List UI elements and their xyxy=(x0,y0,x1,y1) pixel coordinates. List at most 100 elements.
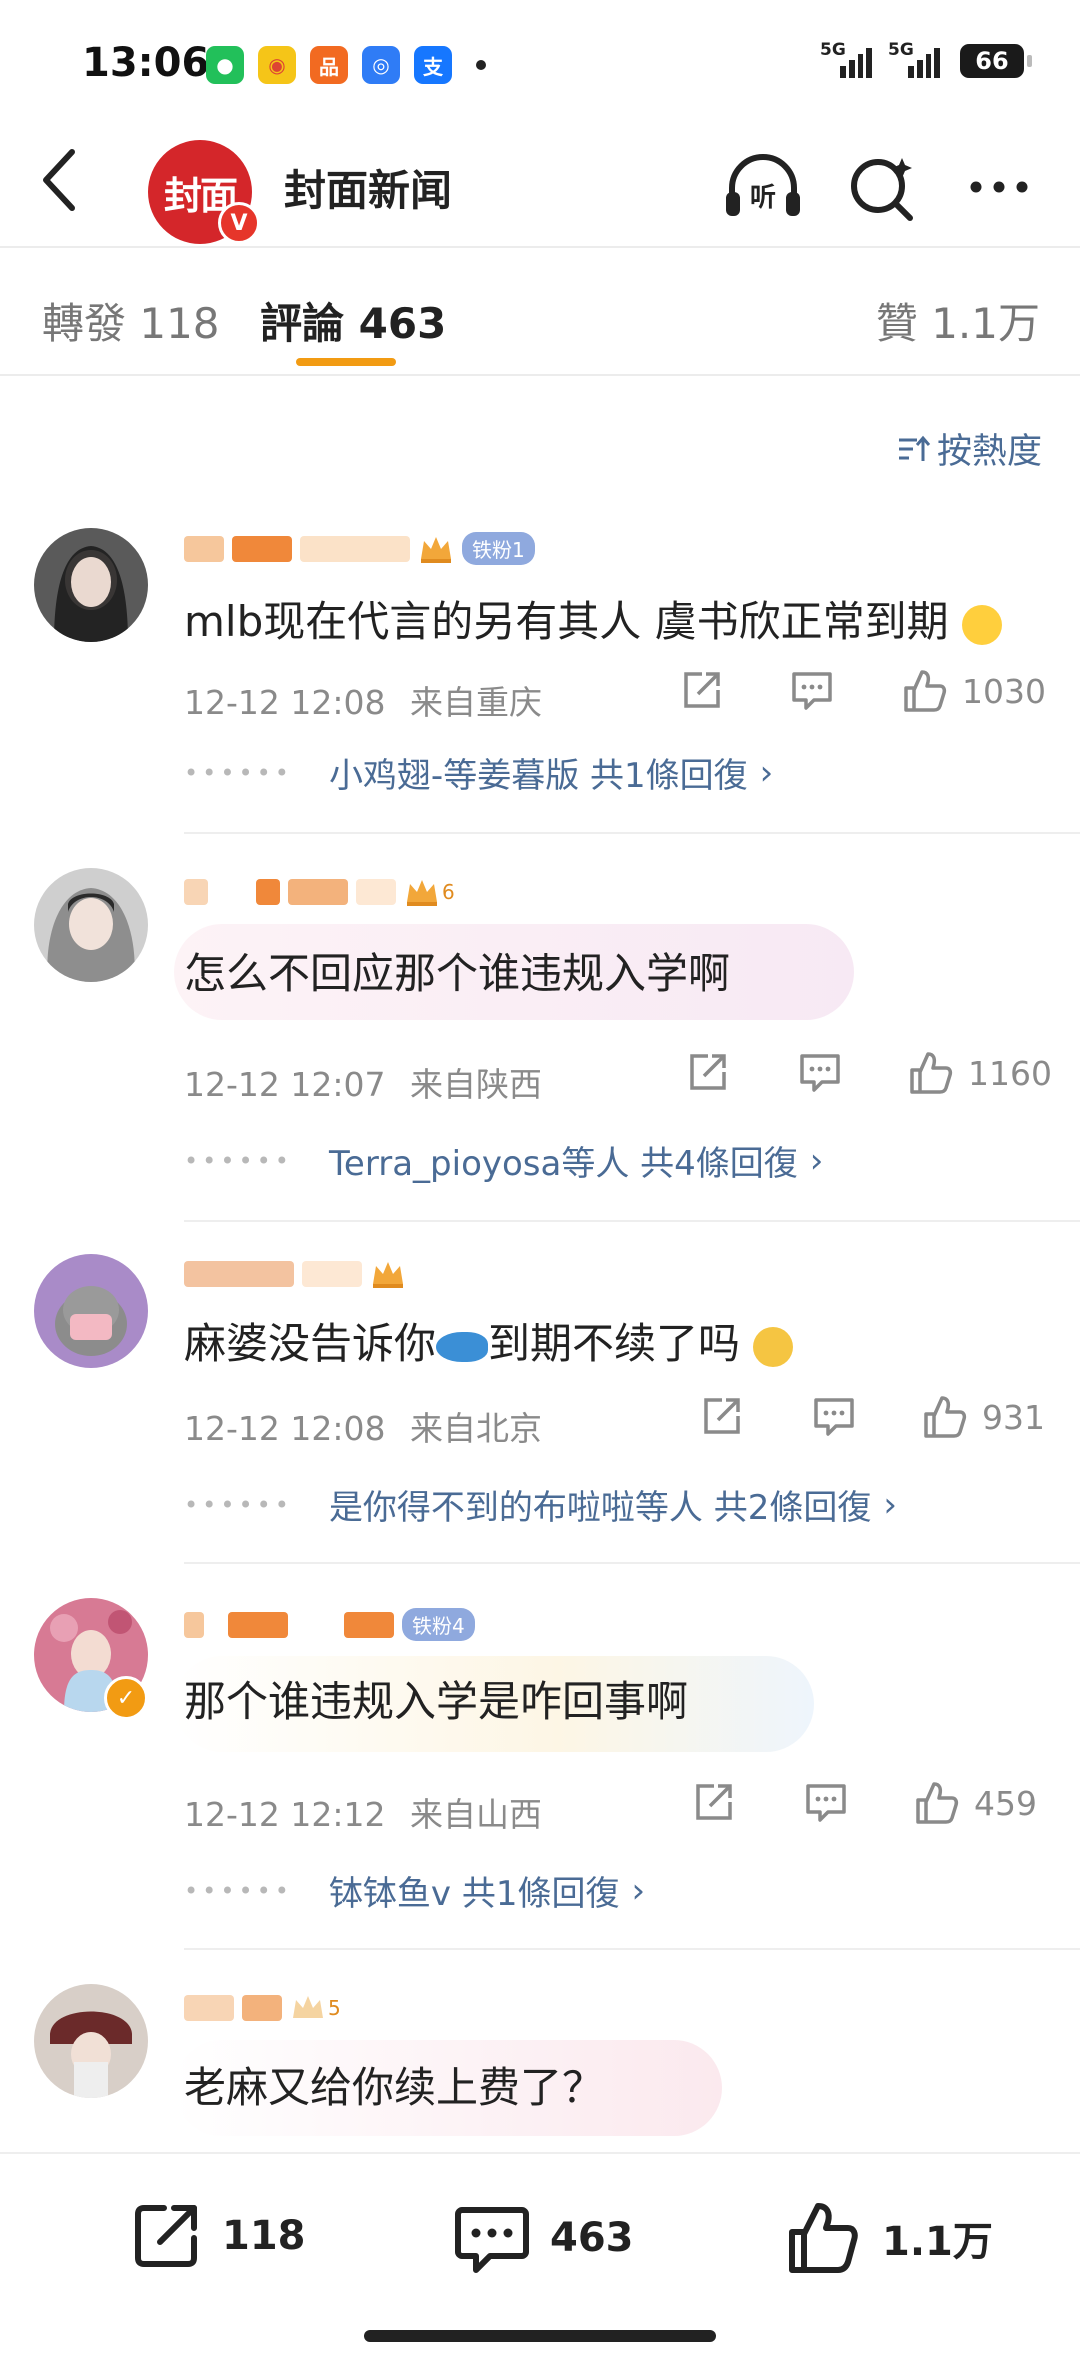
comment-text-suffix: 到期不续了吗 xyxy=(488,1319,741,1368)
reply-comment-button[interactable] xyxy=(812,1394,856,1438)
repost-comment-button[interactable] xyxy=(686,1050,730,1094)
username[interactable]: 铁粉4 xyxy=(184,1608,475,1641)
redacted-name xyxy=(232,535,292,562)
comment-icon xyxy=(792,672,832,710)
reply-summary-link[interactable]: •••••• Terra_pioyosa等人 共4條回復 › xyxy=(184,1136,823,1185)
like-comment-button[interactable]: 931 xyxy=(922,1394,1045,1440)
signal-icon: 5G xyxy=(820,40,872,78)
status-app-icons: ● ◉ 品 ◎ 支 xyxy=(206,46,486,84)
reply-comment-button[interactable] xyxy=(790,668,834,712)
back-button[interactable] xyxy=(30,140,90,220)
headphones-icon: 听 xyxy=(726,154,800,216)
avatar[interactable] xyxy=(34,1984,148,2098)
reply-summary-link[interactable]: •••••• 钵钵鱼v 共1條回復 › xyxy=(184,1866,645,1915)
verified-badge-text: V xyxy=(230,210,248,236)
tab-comments[interactable]: 評論 463 xyxy=(260,290,446,351)
thumbs-up-icon xyxy=(924,1396,967,1438)
more-button[interactable] xyxy=(956,144,1042,230)
wechat-icon: ● xyxy=(206,46,244,84)
more-horizontal-icon xyxy=(970,181,1028,193)
active-tab-indicator xyxy=(296,358,396,366)
comment-divider xyxy=(184,1948,1080,1950)
redacted-name xyxy=(184,1995,234,2021)
like-count: 1030 xyxy=(962,671,1046,711)
chevron-right-icon: › xyxy=(631,1870,646,1911)
thumbs-up-icon xyxy=(904,670,947,712)
reply-comment-button[interactable] xyxy=(798,1050,842,1094)
verified-v-icon: ✓ xyxy=(104,1676,148,1720)
like-count: 459 xyxy=(974,1783,1037,1823)
redacted-name xyxy=(184,1261,294,1287)
redacted-name xyxy=(300,535,410,562)
like-comment-button[interactable]: 1160 xyxy=(908,1050,1052,1096)
like-count: 931 xyxy=(982,1397,1045,1437)
home-indicator[interactable] xyxy=(364,2330,716,2342)
chevron-right-icon: › xyxy=(809,1140,824,1181)
crown-icon xyxy=(373,1262,403,1288)
tabs-divider xyxy=(0,374,1080,376)
like-comment-button[interactable]: 459 xyxy=(914,1780,1037,1826)
bottom-repost-button[interactable]: 118 xyxy=(128,2198,306,2274)
tab-repost[interactable]: 轉發 118 xyxy=(42,290,220,351)
chevron-left-icon xyxy=(43,149,75,211)
crown-icon xyxy=(407,880,437,906)
listen-button[interactable]: 听 xyxy=(720,144,806,230)
account-name[interactable]: 封面新闻 xyxy=(284,157,452,218)
bottom-comment-button[interactable]: 463 xyxy=(452,2198,634,2278)
sort-label: 按熱度 xyxy=(936,432,1042,472)
dots-icon: •••••• xyxy=(184,1146,293,1175)
bottom-like-button[interactable]: 1.1万 xyxy=(784,2198,993,2278)
verified-badge-icon: V xyxy=(218,202,260,244)
avatar[interactable] xyxy=(34,528,148,642)
search-button[interactable] xyxy=(840,144,926,230)
redacted-name xyxy=(344,1611,394,1638)
reply-summary-text: 钵钵鱼v 共1條回復 xyxy=(328,1874,620,1914)
header-divider xyxy=(0,246,1080,248)
username[interactable]: 铁粉1 xyxy=(184,532,535,565)
comment-divider xyxy=(184,1220,1080,1222)
repost-comment-button[interactable] xyxy=(692,1780,736,1824)
comment-icon xyxy=(800,1054,840,1092)
sort-button[interactable]: 按熱度 xyxy=(895,423,1042,474)
redacted-name xyxy=(256,879,280,905)
comment-text: mlb现在代言的另有其人 虞书欣正常到期 xyxy=(184,588,1002,649)
avatar[interactable] xyxy=(34,1254,148,1368)
reply-summary-text: 是你得不到的布啦啦等人 共2條回復 xyxy=(328,1488,872,1528)
redacted-name xyxy=(242,1995,282,2021)
browser-icon: ◎ xyxy=(362,46,400,84)
like-comment-button[interactable]: 1030 xyxy=(902,668,1046,714)
repost-comment-button[interactable] xyxy=(700,1394,744,1438)
dots-icon: •••••• xyxy=(184,1876,293,1905)
comment-location: 来自陕西 xyxy=(409,1065,542,1104)
reply-comment-button[interactable] xyxy=(804,1780,848,1824)
comment-text-content: mlb现在代言的另有其人 虞书欣正常到期 xyxy=(184,597,949,646)
repost-comment-button[interactable] xyxy=(680,668,724,712)
redacted-name xyxy=(228,1611,288,1638)
username[interactable]: 5 xyxy=(184,1992,341,2024)
fan-badge: 铁粉1 xyxy=(462,532,535,565)
comment-icon xyxy=(806,1784,846,1822)
reply-summary-text: 小鸡翅-等姜暮版 共1條回復 xyxy=(328,756,748,796)
comment-text: 怎么不回应那个谁违规入学啊 xyxy=(184,949,731,998)
tab-likes[interactable]: 贊 1.1万 xyxy=(876,290,1040,351)
redacted-name xyxy=(356,879,396,905)
comment-meta: 12-12 12:12 来自山西 xyxy=(184,1788,542,1836)
avatar[interactable] xyxy=(34,868,148,982)
doge-emoji-icon xyxy=(753,1326,794,1367)
reply-summary-link[interactable]: •••••• 小鸡翅-等姜暮版 共1條回復 › xyxy=(184,748,773,797)
like-count: 1160 xyxy=(968,1053,1052,1093)
username[interactable]: 6 xyxy=(184,876,455,908)
level-badge: 6 xyxy=(442,880,455,904)
comment-location: 来自山西 xyxy=(409,1795,542,1834)
comment-meta: 12-12 12:08 来自北京 xyxy=(184,1402,542,1450)
username[interactable] xyxy=(184,1258,406,1290)
comment-divider xyxy=(184,1562,1080,1564)
reply-summary-text: Terra_pioyosa等人 共4條回復 xyxy=(328,1144,798,1184)
comment-date: 12-12 12:12 xyxy=(184,1795,386,1834)
thumbs-up-icon xyxy=(789,2203,858,2273)
reply-summary-link[interactable]: •••••• 是你得不到的布啦啦等人 共2條回復 › xyxy=(184,1480,897,1529)
comment-count: 463 xyxy=(550,2215,634,2261)
repost-icon xyxy=(135,2205,197,2267)
comment-date: 12-12 12:07 xyxy=(184,1065,386,1104)
comment-text: 老麻又给你续上费了？ xyxy=(184,2063,605,2112)
